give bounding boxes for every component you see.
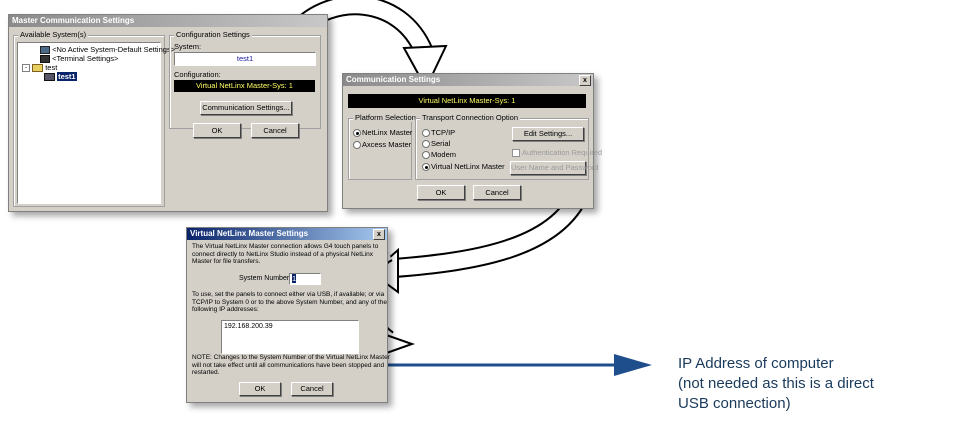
note-line: will not take effect until all communica… [192, 361, 385, 369]
netlinx-master-label: NetLinx Master [362, 128, 413, 137]
edit-settings-button[interactable]: Edit Settings... [512, 127, 584, 141]
annotation-line: IP Address of computer [678, 355, 834, 372]
note-line: restarted. [192, 369, 220, 376]
available-systems-label: Available System(s) [18, 30, 89, 39]
vnm-ok-button[interactable]: OK [239, 382, 281, 396]
close-icon[interactable]: x [579, 75, 591, 86]
modem-label: Modem [431, 150, 457, 159]
ip-address-list[interactable]: 192.168.200.39 [221, 320, 359, 354]
computer-icon [40, 46, 50, 55]
configuration-display: Virtual NetLinx Master-Sys: 1 [174, 80, 315, 92]
usage-line: TCP/IP to System 0 or to the above Syste… [192, 298, 387, 306]
authentication-required-checkbox[interactable] [512, 149, 520, 157]
tree-item-label: test [45, 63, 58, 72]
folder-icon [32, 64, 44, 73]
master-device-icon [44, 73, 55, 82]
intro-line: Master for file transfers. [192, 258, 261, 265]
comm-window-titlebar: Communication Settings x [343, 74, 593, 86]
configuration-value: Virtual NetLinx Master-Sys: 1 [196, 81, 293, 90]
user-name-password-label: User Name and Password [511, 163, 599, 172]
virtual-netlinx-master-settings-window: Virtual NetLinx Master Settings x The Vi… [186, 227, 390, 403]
communication-settings-window: Communication Settings x Virtual NetLinx… [342, 73, 602, 209]
communication-settings-label: Communication Settings... [202, 103, 290, 112]
system-label: System: [174, 42, 202, 51]
annotation-line: (not needed as this is a direct [678, 375, 874, 392]
note-line: NOTE: Changes to the System Number of th… [192, 354, 390, 361]
vnm-window-title: Virtual NetLinx Master Settings [190, 229, 309, 238]
collapse-icon[interactable]: - [22, 64, 30, 73]
comm-display-value: Virtual NetLinx Master-Sys: 1 [418, 96, 516, 105]
tree-item-test[interactable]: - test [22, 63, 58, 73]
close-icon[interactable]: x [373, 229, 385, 240]
system-field[interactable]: test1 [174, 52, 316, 66]
axcess-master-label: Axcess Master [362, 140, 412, 149]
systems-tree[interactable]: <No Active System-Default Settings> <Ter… [17, 42, 175, 204]
configuration-settings-label: Configuration Settings [174, 30, 252, 39]
configuration-label: Configuration: [174, 70, 221, 79]
system-value: test1 [236, 54, 254, 63]
vnm-usage-text: To use, set the panels to connect either… [192, 291, 387, 314]
tree-item-label: <No Active System-Default Settings> [52, 45, 176, 54]
vnm-cancel-button[interactable]: Cancel [291, 382, 333, 396]
ok-label: OK [435, 188, 447, 197]
ok-label: OK [254, 384, 266, 393]
tree-item-label: test1 [57, 72, 77, 81]
ip-address-annotation: IP Address of computer (not needed as th… [678, 354, 874, 414]
configuration-settings-group: Configuration Settings System: test1 Con… [169, 30, 321, 129]
system-number-input[interactable]: 1 [289, 273, 321, 285]
tree-item-label: <Terminal Settings> [52, 54, 119, 63]
comm-cancel-button[interactable]: Cancel [473, 185, 521, 200]
authentication-required-label: Authentication Required [522, 148, 603, 157]
tree-item-default-settings[interactable]: <No Active System-Default Settings> [40, 45, 176, 55]
tree-item-terminal-settings[interactable]: <Terminal Settings> [40, 54, 119, 64]
intro-line: The Virtual NetLinx Master connection al… [192, 243, 379, 250]
user-name-password-button[interactable]: User Name and Password [510, 161, 599, 175]
usage-line: To use, set the panels to connect either… [192, 291, 385, 298]
master-communication-settings-window: Master Communication Settings Available … [8, 14, 328, 212]
transport-connection-label: Transport Connection Option [420, 113, 521, 122]
cancel-label: Cancel [300, 384, 324, 393]
cancel-label: Cancel [263, 126, 287, 135]
vnm-intro-text: The Virtual NetLinx Master connection al… [192, 243, 378, 266]
tree-item-test1[interactable]: test1 [44, 72, 77, 82]
intro-line: connect directly to NetLinx Studio inste… [192, 250, 374, 258]
radio-modem[interactable] [422, 151, 430, 159]
vnm-note-text: NOTE: Changes to the System Number of th… [192, 354, 390, 377]
system-number-label: System Number: [239, 275, 292, 282]
platform-selection-label: Platform Selection [353, 113, 418, 122]
radio-axcess-master[interactable] [353, 141, 361, 149]
ok-label: OK [211, 126, 223, 135]
comm-window-title: Communication Settings [346, 75, 441, 84]
radio-virtual-netlinx-master[interactable] [422, 163, 430, 171]
radio-serial[interactable] [422, 140, 430, 148]
terminal-icon [40, 55, 50, 64]
radio-netlinx-master[interactable] [353, 129, 361, 137]
transport-connection-group: Transport Connection Option TCP/IP Seria… [415, 113, 602, 180]
virtual-netlinx-master-label: Virtual NetLinx Master [431, 162, 505, 171]
master-window-titlebar: Master Communication Settings [9, 15, 327, 27]
tcpip-label: TCP/IP [431, 128, 456, 137]
usage-line: following IP addresses: [192, 306, 259, 313]
available-systems-group: Available System(s) <No Active System-De… [13, 30, 175, 207]
system-number-value: 1 [292, 274, 297, 283]
master-ok-button[interactable]: OK [193, 123, 241, 138]
ip-address-value: 192.168.200.39 [224, 323, 273, 330]
comm-display: Virtual NetLinx Master-Sys: 1 [348, 94, 586, 108]
comm-ok-button[interactable]: OK [417, 185, 465, 200]
annotation-line: USB connection) [678, 395, 791, 412]
cancel-label: Cancel [485, 188, 509, 197]
platform-selection-group: Platform Selection NetLinx Master Axcess… [348, 113, 418, 180]
annotation-pointer-arrow [383, 354, 652, 376]
master-cancel-button[interactable]: Cancel [251, 123, 299, 138]
vnm-window-titlebar: Virtual NetLinx Master Settings x [187, 228, 387, 240]
communication-settings-button[interactable]: Communication Settings... [200, 101, 292, 115]
master-window-title: Master Communication Settings [12, 16, 135, 25]
radio-tcpip[interactable] [422, 129, 430, 137]
serial-label: Serial [431, 139, 451, 148]
edit-settings-label: Edit Settings... [523, 129, 573, 138]
